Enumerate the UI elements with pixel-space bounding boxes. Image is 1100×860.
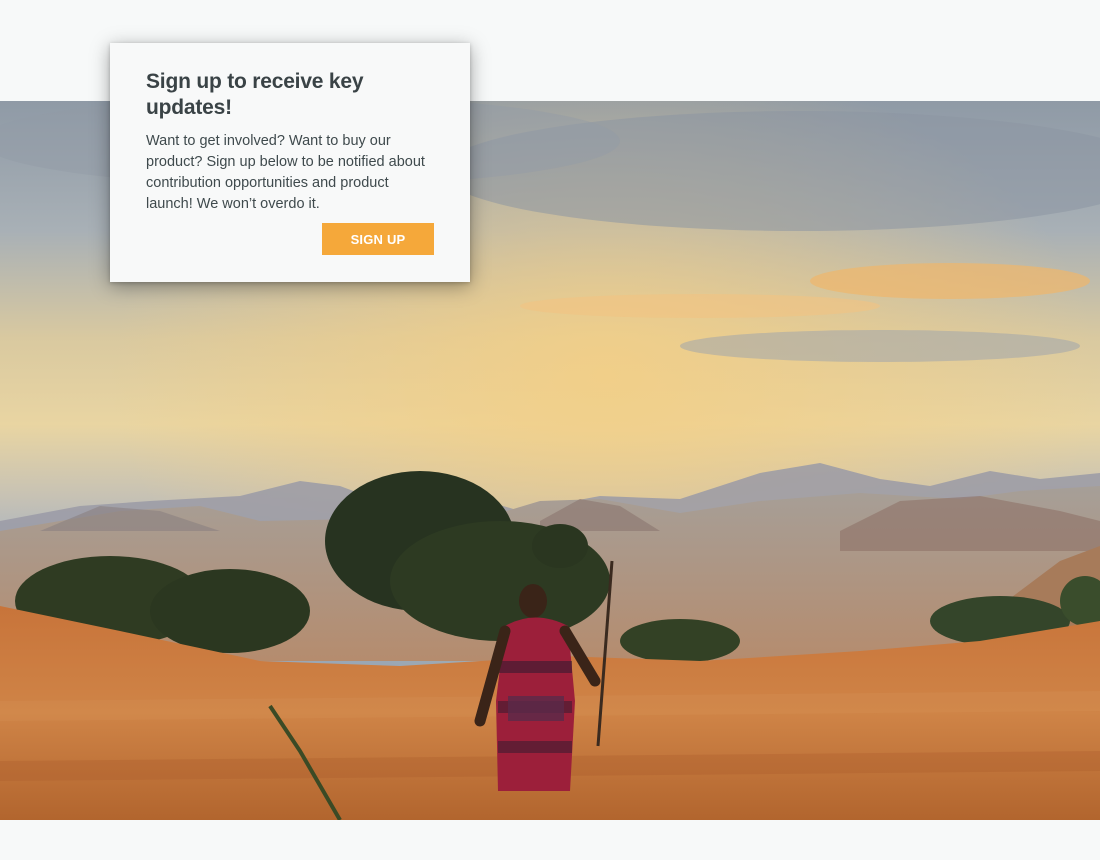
- signup-title: Sign up to receive key updates!: [146, 70, 364, 119]
- sign-up-button[interactable]: SIGN UP: [322, 223, 434, 255]
- signup-description: Want to get involved? Want to buy our pr…: [146, 133, 425, 212]
- signup-card: Sign up to receive key updates! Want to …: [110, 43, 470, 282]
